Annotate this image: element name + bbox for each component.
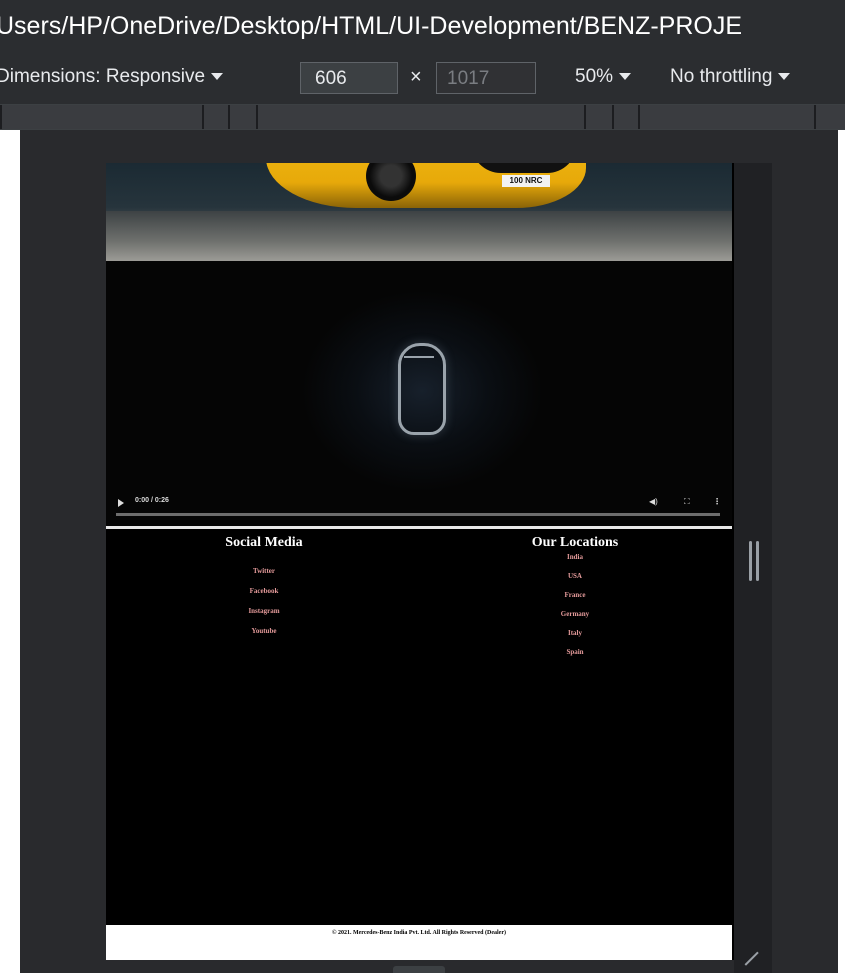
hero-ground	[106, 211, 732, 261]
throttling-label: No throttling	[670, 66, 773, 87]
video-player[interactable]: 0:00 / 0:26 ◀) ⛶ ⋮	[106, 261, 732, 529]
social-media-column: Social Media Twitter Facebook Instagram …	[209, 535, 319, 635]
zoom-label: 50%	[575, 66, 614, 87]
location-link-italy[interactable]: Italy	[516, 629, 634, 637]
media-query-segment[interactable]	[0, 105, 202, 129]
car-image: 100 NRC	[266, 163, 586, 215]
chevron-down-icon	[778, 73, 791, 81]
license-plate: 100 NRC	[502, 175, 550, 187]
media-query-segment[interactable]	[228, 105, 256, 129]
media-query-segment[interactable]	[256, 105, 584, 129]
devtools-window: Users/HP/OneDrive/Desktop/HTML/UI-Develo…	[0, 0, 845, 973]
volume-icon[interactable]: ◀)	[649, 497, 658, 506]
video-controls: 0:00 / 0:26 ◀) ⛶ ⋮	[106, 491, 732, 526]
footer: Social Media Twitter Facebook Instagram …	[106, 529, 732, 925]
throttling-dropdown[interactable]: No throttling	[670, 66, 791, 88]
device-toolbar: Dimensions: Responsive 606 × 1017 50% No…	[0, 52, 845, 104]
chevron-down-icon	[211, 73, 224, 81]
media-query-segment[interactable]	[612, 105, 638, 129]
locations-title: Our Locations	[531, 535, 619, 550]
play-icon[interactable]	[118, 499, 124, 507]
height-input[interactable]: 1017	[436, 62, 536, 94]
bottom-resize-handle[interactable]	[393, 966, 445, 973]
social-link-facebook[interactable]: Facebook	[209, 587, 319, 595]
car-outline-graphic	[398, 343, 446, 435]
file-path-bar[interactable]: Users/HP/OneDrive/Desktop/HTML/UI-Develo…	[0, 0, 845, 52]
emulated-page: 100 NRC 0:00 / 0:26 ◀) ⛶ ⋮ Social Media …	[106, 163, 734, 960]
times-separator: ×	[410, 66, 422, 88]
location-link-germany[interactable]: Germany	[516, 610, 634, 618]
video-time: 0:00 / 0:26	[135, 497, 169, 504]
social-media-title: Social Media	[225, 535, 303, 550]
fullscreen-icon[interactable]: ⛶	[684, 497, 690, 507]
copyright-text: © 2021. Mercedes-Benz India Pvt. Ltd. Al…	[106, 925, 732, 960]
social-link-twitter[interactable]: Twitter	[209, 567, 319, 575]
hero-image: 100 NRC	[106, 163, 732, 261]
media-query-segment[interactable]	[814, 105, 845, 129]
chevron-down-icon	[619, 73, 632, 81]
location-link-india[interactable]: India	[516, 553, 634, 561]
social-link-instagram[interactable]: Instagram	[209, 607, 319, 615]
locations-column: Our Locations India USA France Germany I…	[516, 535, 634, 656]
location-link-spain[interactable]: Spain	[516, 648, 634, 656]
more-options-icon[interactable]: ⋮	[713, 497, 721, 506]
video-progress-bar[interactable]	[116, 513, 720, 516]
location-link-usa[interactable]: USA	[516, 572, 634, 580]
media-query-bar[interactable]	[0, 104, 845, 130]
dimensions-label: Dimensions: Responsive	[0, 66, 206, 87]
resize-handle[interactable]	[749, 541, 761, 581]
zoom-dropdown[interactable]: 50%	[575, 66, 632, 88]
media-query-segment[interactable]	[638, 105, 814, 129]
media-query-segment[interactable]	[202, 105, 228, 129]
dimensions-dropdown[interactable]: Dimensions: Responsive	[0, 66, 224, 88]
location-link-france[interactable]: France	[516, 591, 634, 599]
media-query-segment[interactable]	[584, 105, 612, 129]
social-link-youtube[interactable]: Youtube	[209, 627, 319, 635]
width-input[interactable]: 606	[300, 62, 398, 94]
